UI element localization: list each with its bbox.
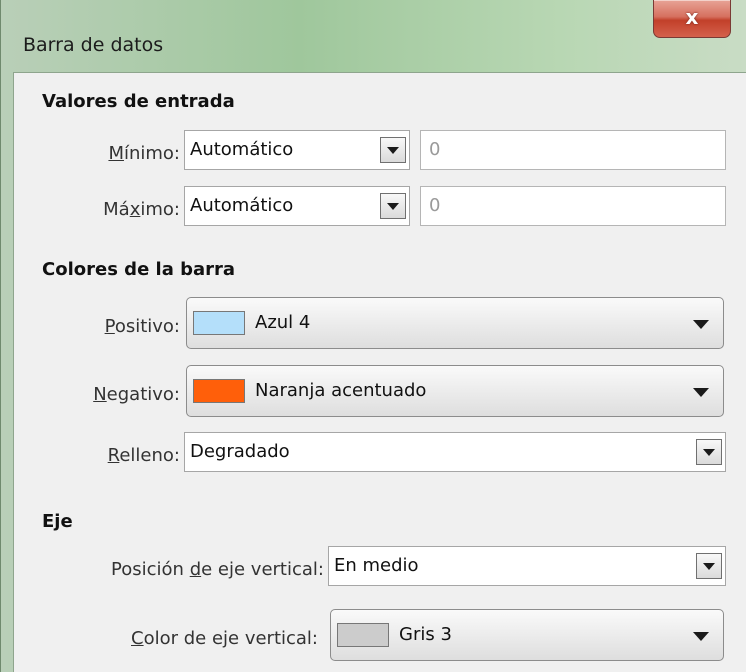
chevron-down-icon (693, 320, 709, 329)
dialog-content: Valores de entrada Mínimo: Automático 0 … (13, 72, 746, 672)
section-bar-colors: Colores de la barra (42, 259, 236, 280)
chevron-down-icon (693, 632, 709, 641)
maximum-mode-select[interactable]: Automático (184, 186, 410, 226)
maximum-label: Máximo: (103, 199, 180, 220)
maximum-value: 0 (429, 195, 441, 216)
negative-color-name: Naranja acentuado (255, 380, 427, 401)
axis-color-label: Color de eje vertical: (131, 628, 318, 649)
minimum-label: Mínimo: (108, 143, 180, 164)
chevron-down-icon (693, 388, 709, 397)
fill-label: Relleno: (107, 445, 180, 466)
window-title: Barra de datos (23, 34, 164, 56)
chevron-down-icon[interactable] (696, 553, 722, 579)
negative-color-button[interactable]: Naranja acentuado (186, 365, 724, 417)
negative-color-swatch (193, 379, 245, 403)
axis-color-swatch (337, 623, 389, 647)
section-axis: Eje (42, 511, 73, 532)
minimum-mode-select[interactable]: Automático (184, 130, 410, 170)
minimum-value-input[interactable]: 0 (420, 130, 726, 170)
chevron-down-icon[interactable] (380, 193, 406, 219)
maximum-value-input[interactable]: 0 (420, 186, 726, 226)
positive-label: Positivo: (104, 316, 180, 337)
fill-value: Degradado (190, 441, 290, 462)
section-entry-values: Valores de entrada (42, 91, 235, 112)
maximum-mode-value: Automático (190, 195, 294, 216)
minimum-value: 0 (429, 139, 441, 160)
positive-color-name: Azul 4 (255, 312, 311, 333)
chevron-down-icon[interactable] (380, 137, 406, 163)
fill-select[interactable]: Degradado (184, 432, 726, 472)
dialog-window: Barra de datos x Valores de entrada Míni… (0, 0, 746, 672)
chevron-down-icon[interactable] (696, 439, 722, 465)
positive-color-swatch (193, 311, 245, 335)
close-button[interactable]: x (653, 0, 731, 38)
positive-color-button[interactable]: Azul 4 (186, 297, 724, 349)
axis-color-name: Gris 3 (399, 624, 452, 645)
axis-position-label: Posición de eje vertical: (111, 559, 324, 580)
axis-position-value: En medio (334, 555, 419, 576)
close-icon: x (685, 5, 699, 29)
axis-position-select[interactable]: En medio (328, 546, 726, 586)
negative-label: Negativo: (93, 384, 180, 405)
axis-color-button[interactable]: Gris 3 (330, 609, 724, 661)
minimum-mode-value: Automático (190, 139, 294, 160)
